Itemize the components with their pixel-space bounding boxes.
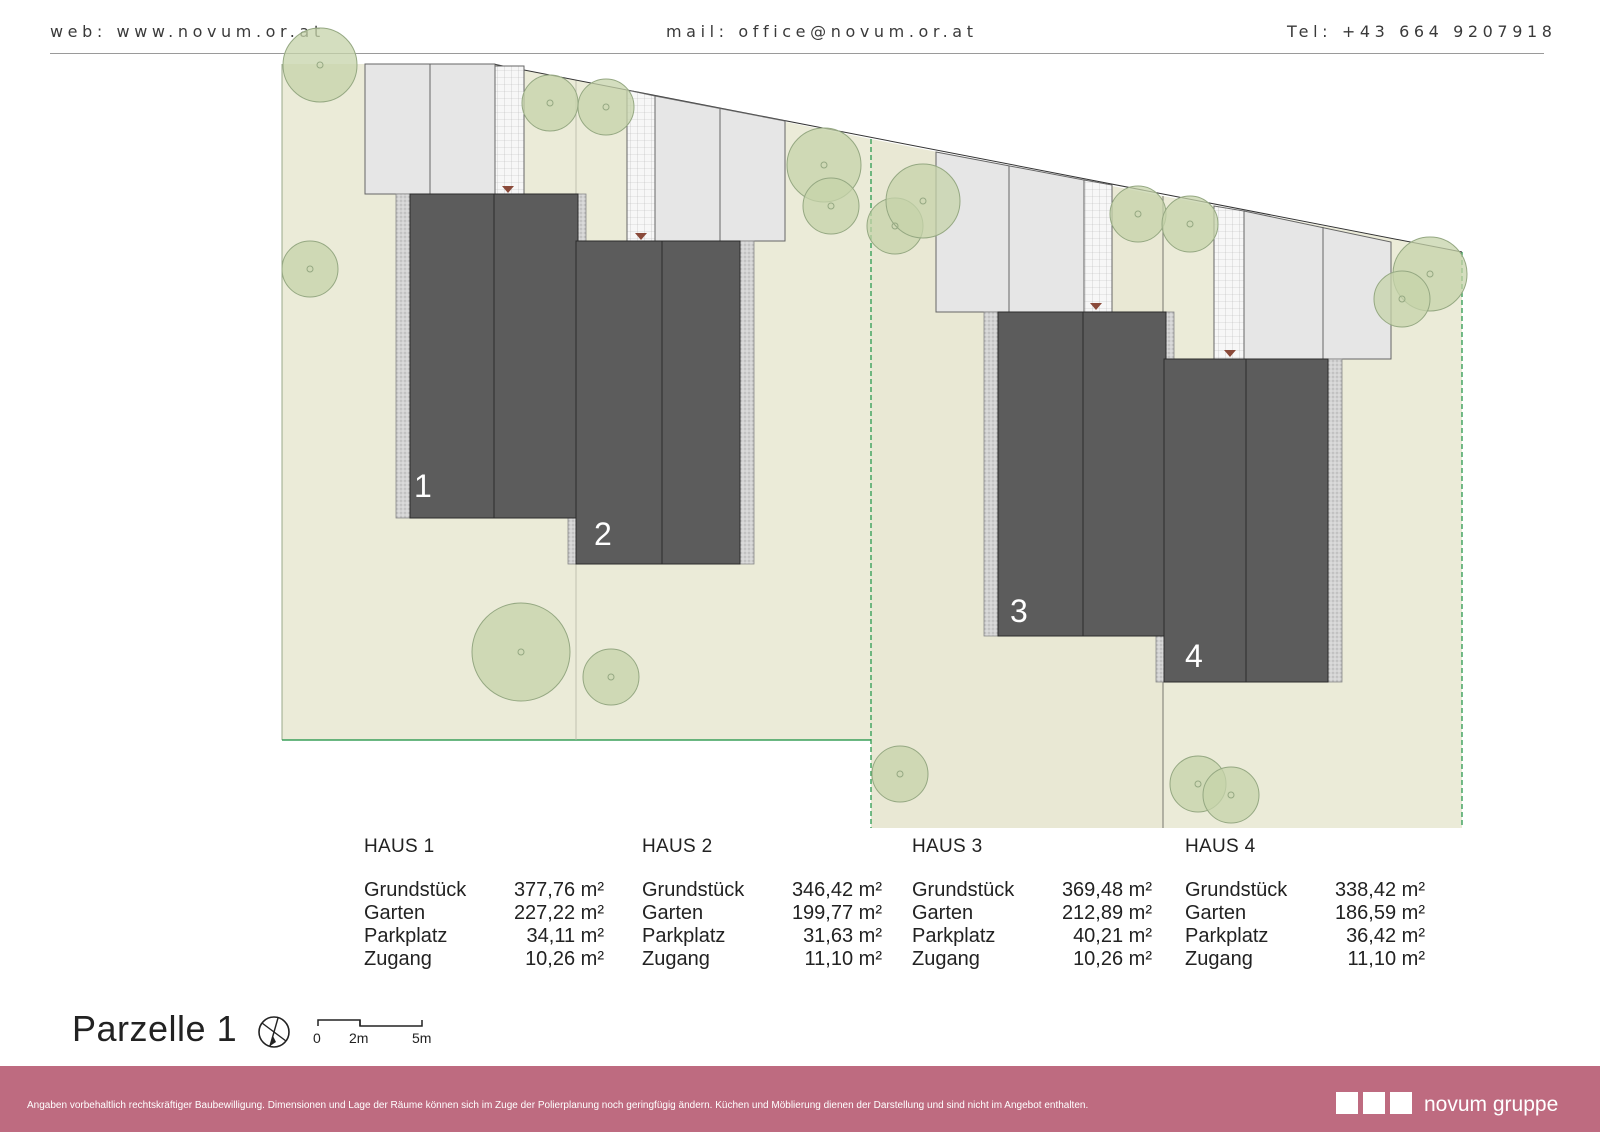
footer-bar — [0, 1066, 1600, 1132]
area-label: Garten — [912, 902, 974, 924]
tree-icon — [577, 78, 635, 136]
area-row: Grundstück 369,48 m² — [912, 879, 1152, 902]
area-label: Parkplatz — [364, 925, 448, 947]
tree-icon — [281, 240, 339, 298]
access-path-3 — [1083, 179, 1113, 313]
area-value: 36,42 m² — [1346, 925, 1425, 947]
area-label: Zugang — [912, 948, 980, 970]
area-label: Garten — [1185, 902, 1247, 924]
access-path-1 — [494, 65, 525, 195]
haus-info-1: HAUS 1 Grundstück 377,76 m² Garten 227,22 … — [364, 836, 604, 971]
tree-icon — [885, 163, 961, 239]
haus-info-2: HAUS 2 Grundstück 346,42 m² Garten 199,77 … — [642, 836, 882, 971]
area-value: 377,76 m² — [513, 879, 604, 901]
area-row: Grundstück 338,42 m² — [1185, 879, 1425, 902]
scale-label-0: 0 — [313, 1030, 321, 1046]
parking-house-3 — [935, 151, 1085, 313]
area-label: Parkplatz — [642, 925, 726, 947]
area-row: Zugang 11,10 m² — [642, 948, 882, 971]
area-value: 369,48 m² — [1061, 879, 1152, 901]
area-label: Zugang — [642, 948, 710, 970]
area-value: 346,42 m² — [791, 879, 882, 901]
tree-icon — [1161, 195, 1219, 253]
area-row: Grundstück 346,42 m² — [642, 879, 882, 902]
area-row: Garten 227,22 m² — [364, 902, 604, 925]
area-value: 11,10 m² — [804, 948, 882, 970]
house-number-4: 4 — [1185, 638, 1203, 674]
area-row: Zugang 10,26 m² — [912, 948, 1152, 971]
area-label: Grundstück — [642, 879, 745, 901]
tree-icon — [1109, 185, 1167, 243]
tree-icon — [1202, 766, 1260, 824]
access-path-4 — [1213, 205, 1245, 360]
area-label: Grundstück — [364, 879, 467, 901]
parzelle-title: Parzelle 1 — [72, 1008, 238, 1049]
tree-icon — [871, 745, 929, 803]
area-label: Parkplatz — [912, 925, 996, 947]
area-row: Garten 186,59 m² — [1185, 902, 1425, 925]
logo-square-icon — [1363, 1092, 1385, 1114]
area-label: Grundstück — [912, 879, 1015, 901]
area-row: Garten 212,89 m² — [912, 902, 1152, 925]
house-number-2: 2 — [594, 516, 612, 552]
roof-house-3 — [997, 311, 1167, 637]
area-label: Garten — [364, 902, 426, 924]
area-value: 10,26 m² — [525, 948, 604, 970]
logo-square-icon — [1390, 1092, 1412, 1114]
area-label: Garten — [642, 902, 704, 924]
logo-text[interactable]: novum gruppe — [1424, 1093, 1558, 1117]
tree-icon — [802, 177, 860, 235]
haus-title: HAUS 2 — [642, 836, 713, 857]
tree-icon — [582, 648, 640, 706]
area-value: 11,10 m² — [1347, 948, 1425, 970]
parking-house-4 — [1243, 210, 1392, 360]
tree-icon — [521, 74, 579, 132]
area-row: Parkplatz 36,42 m² — [1185, 925, 1425, 948]
scale-label-2m: 2m — [349, 1030, 369, 1046]
area-row: Grundstück 377,76 m² — [364, 879, 604, 902]
area-value: 199,77 m² — [791, 902, 882, 924]
haus-title: HAUS 3 — [912, 836, 983, 857]
haus-title: HAUS 1 — [364, 836, 435, 857]
haus-title: HAUS 4 — [1185, 836, 1256, 857]
tree-icon — [471, 602, 571, 702]
area-label: Grundstück — [1185, 879, 1288, 901]
area-row: Parkplatz 31,63 m² — [642, 925, 882, 948]
area-row: Zugang 10,26 m² — [364, 948, 604, 971]
area-value: 212,89 m² — [1061, 902, 1152, 924]
area-value: 227,22 m² — [513, 902, 604, 924]
area-value: 34,11 m² — [526, 925, 604, 947]
area-row: Zugang 11,10 m² — [1185, 948, 1425, 971]
area-value: 338,42 m² — [1334, 879, 1425, 901]
area-label: Zugang — [1185, 948, 1253, 970]
area-row: Garten 199,77 m² — [642, 902, 882, 925]
north-arrow-icon — [258, 1016, 290, 1048]
area-value: 31,63 m² — [803, 925, 882, 947]
area-label: Zugang — [364, 948, 432, 970]
house-number-3: 3 — [1010, 593, 1028, 629]
area-value: 40,21 m² — [1073, 925, 1152, 947]
area-value: 10,26 m² — [1073, 948, 1152, 970]
area-label: Parkplatz — [1185, 925, 1269, 947]
tree-icon — [282, 27, 358, 103]
area-row: Parkplatz 40,21 m² — [912, 925, 1152, 948]
tree-icon — [1373, 270, 1431, 328]
haus-info-4: HAUS 4 Grundstück 338,42 m² Garten 186,59 … — [1185, 836, 1425, 971]
logo-square-icon — [1336, 1092, 1358, 1114]
house-number-1: 1 — [414, 468, 432, 504]
area-row: Parkplatz 34,11 m² — [364, 925, 604, 948]
haus-info-3: HAUS 3 Grundstück 369,48 m² Garten 212,89 … — [912, 836, 1152, 971]
footer-disclaimer: Angaben vorbehaltlich rechtskräftiger Ba… — [27, 1100, 1089, 1111]
area-value: 186,59 m² — [1334, 902, 1425, 924]
scale-label-5m: 5m — [412, 1030, 432, 1046]
